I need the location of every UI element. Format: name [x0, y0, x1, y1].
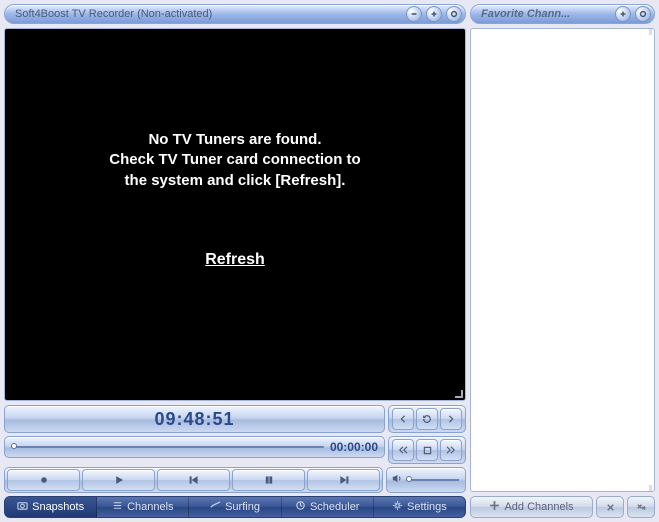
nav-panel-bottom — [388, 436, 466, 464]
record-button[interactable] — [7, 469, 80, 491]
camera-icon — [17, 500, 28, 514]
tab-channels[interactable]: Channels — [97, 497, 189, 517]
volume-thumb[interactable] — [406, 476, 412, 482]
main-title: Soft4Boost TV Recorder (Non-activated) — [15, 8, 402, 20]
tab-label: Snapshots — [32, 501, 84, 513]
video-viewport: No TV Tuners are found. Check TV Tuner c… — [4, 28, 466, 401]
skip-forward-button[interactable] — [440, 439, 462, 461]
pause-button[interactable] — [232, 469, 305, 491]
plus-icon — [489, 500, 500, 514]
list-icon — [112, 500, 123, 514]
favorite-channels-list[interactable] — [470, 28, 655, 492]
side-title: Favorite Chann... — [481, 8, 611, 20]
nav-panel-top — [388, 405, 466, 433]
seek-time: 00:00:00 — [330, 440, 378, 454]
message-line: Check TV Tuner card connection to — [109, 150, 360, 170]
maximize-button[interactable] — [426, 6, 442, 22]
side-close-button[interactable] — [635, 6, 651, 22]
remove-channel-button[interactable] — [596, 496, 624, 518]
surfing-icon — [210, 500, 221, 514]
tab-settings[interactable]: Settings — [374, 497, 465, 517]
play-button[interactable] — [82, 469, 155, 491]
speaker-icon — [391, 473, 402, 487]
volume-slider[interactable] — [406, 479, 459, 481]
channel-refresh-button[interactable] — [416, 408, 438, 430]
seek-slider[interactable] — [11, 446, 324, 448]
add-channels-button[interactable]: Add Channels — [470, 496, 593, 518]
clear-icon — [636, 502, 647, 513]
main-titlebar[interactable]: Soft4Boost TV Recorder (Non-activated) — [4, 4, 466, 24]
remove-icon — [605, 502, 616, 513]
channel-next-button[interactable] — [440, 408, 462, 430]
volume-panel — [386, 467, 466, 493]
add-channels-label: Add Channels — [504, 501, 573, 513]
side-footer: Add Channels — [470, 496, 655, 518]
tab-label: Settings — [407, 501, 447, 513]
tab-label: Scheduler — [310, 501, 360, 513]
previous-button[interactable] — [157, 469, 230, 491]
fullscreen-button[interactable] — [416, 439, 438, 461]
scrollbar[interactable] — [649, 29, 652, 491]
close-button[interactable] — [446, 6, 462, 22]
seek-panel: 00:00:00 — [4, 436, 385, 458]
clock-icon — [295, 500, 306, 514]
no-tuner-message: No TV Tuners are found. Check TV Tuner c… — [109, 130, 360, 191]
channel-prev-button[interactable] — [392, 408, 414, 430]
message-line: No TV Tuners are found. — [109, 130, 360, 150]
tab-label: Channels — [127, 501, 173, 513]
control-deck: 09:48:51 00:00:00 — [4, 405, 466, 518]
message-line: the system and click [Refresh]. — [109, 171, 360, 191]
tab-scheduler[interactable]: Scheduler — [282, 497, 374, 517]
next-button[interactable] — [307, 469, 380, 491]
seek-thumb[interactable] — [11, 443, 17, 449]
tab-surfing[interactable]: Surfing — [189, 497, 281, 517]
side-titlebar[interactable]: Favorite Chann... — [470, 4, 655, 24]
bottom-tab-bar: Snapshots Channels Surfing Scheduler Set… — [4, 496, 466, 518]
tab-label: Surfing — [225, 501, 260, 513]
clock-panel: 09:48:51 — [4, 405, 385, 433]
gear-icon — [392, 500, 403, 514]
resize-grip[interactable] — [453, 388, 463, 398]
skip-back-button[interactable] — [392, 439, 414, 461]
clear-channels-button[interactable] — [627, 496, 655, 518]
refresh-link[interactable]: Refresh — [205, 251, 265, 269]
tab-snapshots[interactable]: Snapshots — [5, 497, 97, 517]
minimize-button[interactable] — [406, 6, 422, 22]
side-expand-button[interactable] — [615, 6, 631, 22]
transport-panel — [4, 467, 383, 493]
clock-time: 09:48:51 — [154, 409, 234, 430]
